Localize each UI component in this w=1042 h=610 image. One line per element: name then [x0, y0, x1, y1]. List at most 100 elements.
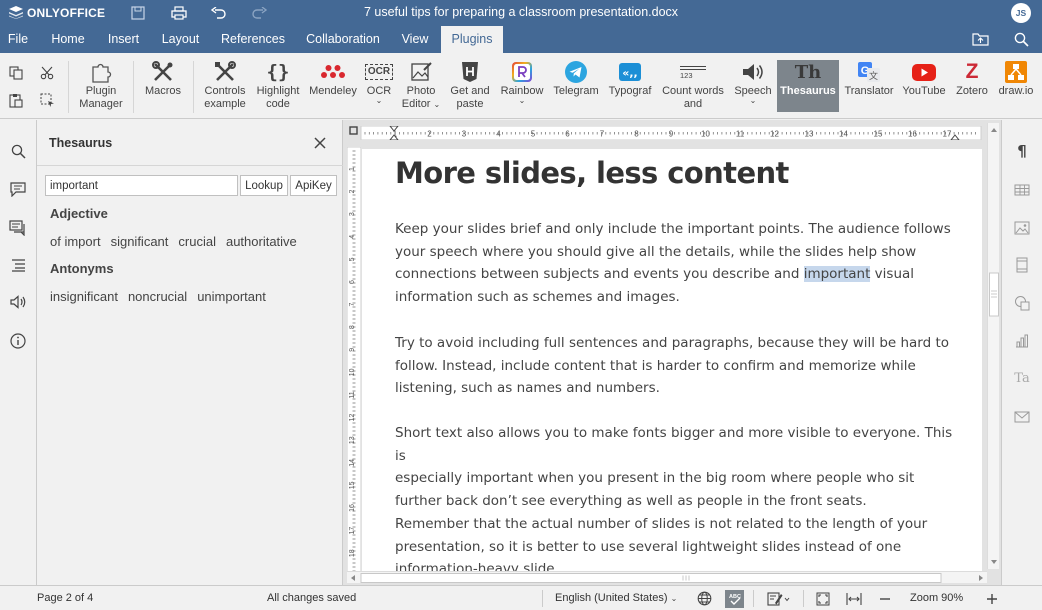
synonym-item[interactable]: crucial [178, 234, 216, 249]
globe-icon[interactable] [695, 590, 713, 607]
count-words-icon: 123 [673, 60, 713, 84]
fit-page-icon[interactable] [814, 590, 832, 607]
ruler-number: 3 [462, 130, 467, 139]
vertical-scrollbar[interactable] [987, 123, 999, 569]
selected-word[interactable]: important [803, 266, 871, 283]
search-icon[interactable] [1012, 31, 1030, 47]
right-sidebar: ¶ Ta [1001, 120, 1042, 585]
macros-button[interactable]: Macros [141, 60, 185, 114]
track-changes-icon[interactable] [765, 590, 793, 607]
synonym-item[interactable]: significant [111, 234, 169, 249]
status-divider [753, 590, 754, 607]
synonym-item[interactable]: authoritative [226, 234, 297, 249]
antonym-item[interactable]: noncrucial [128, 289, 187, 304]
drawio-button[interactable]: draw.io [996, 60, 1036, 114]
ruler-number: 14 [349, 459, 356, 467]
toolbar-divider [193, 61, 194, 113]
scroll-up-icon[interactable] [991, 128, 997, 132]
shape-settings-icon[interactable] [1012, 294, 1032, 312]
youtube-button[interactable]: YouTube [900, 60, 948, 114]
scroll-thumb[interactable] [360, 573, 942, 583]
tab-stop-toggle-icon[interactable] [349, 126, 358, 135]
page-counter[interactable]: Page 2 of 4 [37, 592, 93, 604]
antonym-item[interactable]: insignificant [50, 289, 118, 304]
header-footer-settings-icon[interactable] [1012, 256, 1032, 274]
user-avatar[interactable]: JS [1011, 3, 1031, 23]
ocr-button[interactable]: OCR OCR ⌄ [363, 60, 395, 114]
translator-button[interactable]: G文 Translator [842, 60, 896, 114]
navigation-icon[interactable] [7, 255, 29, 275]
plugin-manager-button[interactable]: Plugin Manager [76, 60, 126, 114]
info-icon[interactable] [7, 331, 29, 351]
mail-merge-icon[interactable] [1012, 408, 1032, 426]
zoom-out-icon[interactable] [876, 590, 894, 607]
paste-icon[interactable] [6, 90, 26, 110]
antonym-item[interactable]: unimportant [197, 289, 266, 304]
tab-collaboration[interactable]: Collaboration [299, 25, 387, 53]
antonyms-heading: Antonyms [50, 261, 114, 276]
spell-check-icon[interactable]: ABC [725, 590, 744, 608]
tab-plugins[interactable]: Plugins [441, 26, 503, 53]
text-art-settings-icon[interactable]: Ta [1012, 369, 1032, 387]
plugin-manager-label-2: Manager [79, 98, 123, 110]
ruler-number: 14 [839, 130, 848, 139]
ruler-number: 11 [349, 391, 356, 398]
apikey-button[interactable]: ApiKey [290, 175, 337, 196]
mendeley-button[interactable]: Mendeley [306, 60, 360, 114]
document-page[interactable]: More slides, less content Keep your slid… [362, 149, 982, 571]
image-settings-icon[interactable] [1012, 219, 1032, 237]
open-location-icon[interactable] [971, 31, 989, 47]
paragraph-settings-icon[interactable]: ¶ [1012, 142, 1032, 160]
close-icon[interactable] [311, 134, 329, 152]
fit-width-icon[interactable] [845, 590, 863, 607]
thesaurus-button[interactable]: Th Thesaurus [777, 60, 839, 112]
speech-icon[interactable] [7, 292, 29, 312]
tab-references[interactable]: References [214, 25, 292, 53]
text-line: Remember that the actual number of slide… [395, 516, 928, 532]
chevron-down-icon: ⌄ [670, 594, 678, 603]
select-all-icon[interactable] [37, 90, 57, 110]
vertical-ruler[interactable]: 123456789101112131415161718 [347, 147, 361, 577]
lookup-button[interactable]: Lookup [240, 175, 288, 196]
controls-example-button[interactable]: Controls example [199, 60, 251, 114]
rainbow-button[interactable]: Rainbow ⌄ [498, 60, 546, 114]
ruler-number: 3 [349, 212, 356, 216]
zoom-in-icon[interactable] [983, 590, 1001, 607]
panel-title: Thesaurus [49, 136, 113, 150]
cut-icon[interactable] [37, 63, 57, 83]
panel-divider [37, 165, 343, 166]
count-words-button[interactable]: 123 Count words and [660, 60, 726, 114]
photo-editor-button[interactable]: Photo Editor ⌄ [400, 60, 442, 114]
chat-icon[interactable] [7, 218, 29, 238]
tab-view[interactable]: View [394, 25, 436, 53]
zotero-button[interactable]: Z Zotero [952, 60, 992, 114]
speech-button[interactable]: Speech ⌄ [732, 60, 774, 114]
scroll-left-icon[interactable] [351, 575, 355, 581]
chart-settings-icon[interactable] [1012, 332, 1032, 350]
scroll-right-icon[interactable] [979, 575, 983, 581]
language-selector[interactable]: English (United States) ⌄ [555, 592, 677, 604]
zoom-level[interactable]: Zoom 90% [910, 592, 963, 604]
synonym-item[interactable]: of import [50, 234, 101, 249]
mendeley-icon [319, 60, 347, 84]
typograf-button[interactable]: «,, Typograf [605, 60, 655, 114]
tab-insert[interactable]: Insert [100, 25, 147, 53]
copy-icon[interactable] [6, 63, 26, 83]
tab-layout[interactable]: Layout [154, 25, 207, 53]
ruler-number: 15 [874, 130, 883, 139]
thesaurus-search-input[interactable] [45, 175, 238, 196]
text-line: information-heavy slide. [395, 561, 559, 571]
scroll-down-icon[interactable] [991, 560, 997, 564]
tab-file[interactable]: File [0, 25, 36, 53]
get-and-paste-button[interactable]: Get and paste [448, 60, 492, 114]
tab-home[interactable]: Home [44, 25, 92, 53]
search-icon[interactable] [7, 141, 29, 161]
wrench-icon [211, 60, 239, 84]
comments-icon[interactable] [7, 179, 29, 199]
table-settings-icon[interactable] [1012, 181, 1032, 199]
horizontal-ruler[interactable]: 1 2 3 4 5 6 7 8 9 10 11 12 13 14 15 16 17 [343, 126, 1001, 140]
horizontal-scrollbar[interactable] [347, 571, 987, 583]
highlight-code-button[interactable]: {} Highlight code [253, 60, 303, 114]
telegram-button[interactable]: Telegram [552, 60, 600, 114]
scroll-thumb[interactable] [989, 272, 999, 317]
